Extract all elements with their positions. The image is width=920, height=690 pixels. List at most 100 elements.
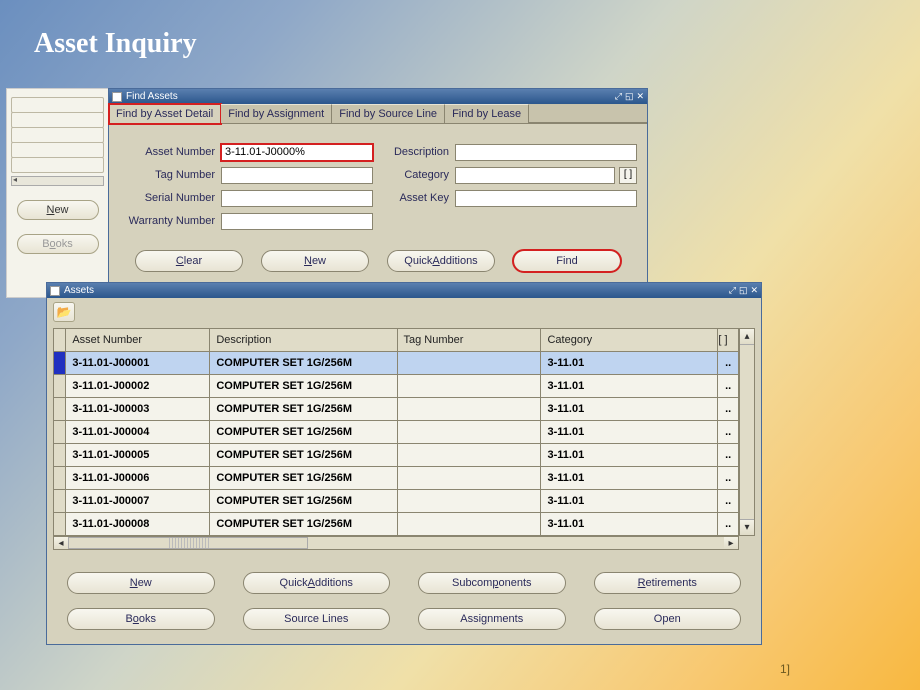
scroll-down-icon[interactable]: ▾ [740, 519, 754, 535]
folder-icon[interactable]: 📂 [53, 302, 75, 322]
cell-asset-number[interactable]: 3-11.01-J00005 [66, 444, 209, 466]
new-button[interactable]: New [17, 200, 99, 220]
cell-asset-number[interactable]: 3-11.01-J00004 [66, 421, 209, 443]
flex-button[interactable]: .. [718, 421, 738, 443]
flex-button[interactable]: .. [718, 352, 738, 374]
cell-tag[interactable] [398, 352, 541, 374]
table-row[interactable]: 3-11.01-J00006COMPUTER SET 1G/256M 3-11.0… [54, 467, 739, 490]
col-asset-number[interactable]: Asset Number [66, 329, 210, 352]
tab-find-by-asset-detail[interactable]: Find by Asset Detail [109, 104, 221, 124]
cell-asset-number[interactable]: 3-11.01-J00001 [66, 352, 209, 374]
asset-key-input[interactable] [455, 190, 637, 207]
bg-scrollbar[interactable] [11, 176, 104, 186]
col-category[interactable]: Category [541, 329, 718, 352]
tag-number-input[interactable] [221, 167, 373, 184]
background-panel: New Books [6, 88, 109, 298]
flex-button[interactable]: .. [718, 467, 738, 489]
asset-number-input[interactable] [221, 144, 373, 161]
cell-category[interactable]: 3-11.01 [541, 375, 717, 397]
table-row[interactable]: 3-11.01-J00001COMPUTER SET 1G/256M 3-11.0… [54, 352, 739, 375]
cell-description[interactable]: COMPUTER SET 1G/256M [210, 513, 396, 535]
table-row[interactable]: 3-11.01-J00007COMPUTER SET 1G/256M 3-11.0… [54, 490, 739, 513]
retirements-button[interactable]: Retirements [594, 572, 742, 594]
books-button[interactable]: Books [67, 608, 215, 630]
quickadditions-button[interactable]: QuickAdditions [387, 250, 495, 272]
cell-category[interactable]: 3-11.01 [541, 444, 717, 466]
table-row[interactable]: 3-11.01-J00003COMPUTER SET 1G/256M 3-11.0… [54, 398, 739, 421]
open-button[interactable]: Open [594, 608, 742, 630]
warranty-number-input[interactable] [221, 213, 373, 230]
find-button[interactable]: Find [513, 250, 621, 272]
horizontal-scrollbar[interactable]: ◂ ▸ [53, 536, 739, 550]
clear-button[interactable]: Clear [135, 250, 243, 272]
cell-tag[interactable] [398, 490, 541, 512]
new-button[interactable]: New [67, 572, 215, 594]
cell-asset-number[interactable]: 3-11.01-J00007 [66, 490, 209, 512]
cell-description[interactable]: COMPUTER SET 1G/256M [210, 421, 396, 443]
scroll-right-icon[interactable]: ▸ [724, 537, 738, 549]
find-window-titlebar[interactable]: Find Assets ⤢ ◱ ✕ [109, 89, 647, 104]
tab-find-by-source-line[interactable]: Find by Source Line [332, 104, 445, 123]
subcomponents-button[interactable]: Subcomponents [418, 572, 566, 594]
cell-tag[interactable] [398, 467, 541, 489]
flex-button[interactable]: .. [718, 513, 738, 535]
quickadditions-button[interactable]: QuickAdditions [243, 572, 391, 594]
category-label: Category [383, 169, 455, 181]
category-input[interactable] [455, 167, 615, 184]
flex-button[interactable]: .. [718, 375, 738, 397]
tab-find-by-lease[interactable]: Find by Lease [445, 104, 529, 123]
assets-grid[interactable]: Asset Number Description Tag Number Cate… [53, 328, 739, 536]
description-input[interactable] [455, 144, 637, 161]
cell-tag[interactable] [398, 513, 541, 535]
cell-asset-number[interactable]: 3-11.01-J00003 [66, 398, 209, 420]
window-icon [50, 286, 60, 296]
source-lines-button[interactable]: Source Lines [243, 608, 391, 630]
maximize-icon[interactable]: ◱ [625, 91, 634, 102]
cell-description[interactable]: COMPUTER SET 1G/256M [210, 490, 396, 512]
cell-asset-number[interactable]: 3-11.01-J00006 [66, 467, 209, 489]
cell-description[interactable]: COMPUTER SET 1G/256M [210, 467, 396, 489]
minimize-icon[interactable]: ⤢ [729, 285, 736, 296]
col-flex[interactable]: [ ] [718, 329, 739, 352]
category-lov-button[interactable]: [ ] [619, 167, 637, 184]
cell-category[interactable]: 3-11.01 [541, 352, 717, 374]
col-tag-number[interactable]: Tag Number [397, 329, 541, 352]
cell-description[interactable]: COMPUTER SET 1G/256M [210, 352, 396, 374]
scroll-thumb[interactable] [68, 537, 308, 549]
tab-find-by-assignment[interactable]: Find by Assignment [221, 104, 332, 123]
vertical-scrollbar[interactable]: ▴ ▾ [739, 328, 755, 536]
cell-category[interactable]: 3-11.01 [541, 490, 717, 512]
flex-button[interactable]: .. [718, 398, 738, 420]
cell-description[interactable]: COMPUTER SET 1G/256M [210, 375, 396, 397]
table-row[interactable]: 3-11.01-J00008COMPUTER SET 1G/256M 3-11.0… [54, 513, 739, 536]
cell-category[interactable]: 3-11.01 [541, 513, 717, 535]
description-label: Description [383, 146, 455, 158]
close-icon[interactable]: ✕ [750, 285, 758, 296]
scroll-up-icon[interactable]: ▴ [740, 329, 754, 345]
table-row[interactable]: 3-11.01-J00005COMPUTER SET 1G/256M 3-11.0… [54, 444, 739, 467]
cell-category[interactable]: 3-11.01 [541, 467, 717, 489]
cell-description[interactable]: COMPUTER SET 1G/256M [210, 444, 396, 466]
cell-asset-number[interactable]: 3-11.01-J00002 [66, 375, 209, 397]
assets-window-titlebar[interactable]: Assets ⤢ ◱ ✕ [47, 283, 761, 298]
minimize-icon[interactable]: ⤢ [615, 91, 622, 102]
cell-tag[interactable] [398, 421, 541, 443]
assignments-button[interactable]: Assignments [418, 608, 566, 630]
cell-tag[interactable] [398, 444, 541, 466]
cell-asset-number[interactable]: 3-11.01-J00008 [66, 513, 209, 535]
flex-button[interactable]: .. [718, 444, 738, 466]
col-description[interactable]: Description [210, 329, 397, 352]
serial-number-input[interactable] [221, 190, 373, 207]
close-icon[interactable]: ✕ [636, 91, 644, 102]
cell-tag[interactable] [398, 398, 541, 420]
cell-tag[interactable] [398, 375, 541, 397]
cell-description[interactable]: COMPUTER SET 1G/256M [210, 398, 396, 420]
new-button[interactable]: New [261, 250, 369, 272]
table-row[interactable]: 3-11.01-J00002COMPUTER SET 1G/256M 3-11.0… [54, 375, 739, 398]
maximize-icon[interactable]: ◱ [739, 285, 748, 296]
flex-button[interactable]: .. [718, 490, 738, 512]
table-row[interactable]: 3-11.01-J00004COMPUTER SET 1G/256M 3-11.0… [54, 421, 739, 444]
cell-category[interactable]: 3-11.01 [541, 398, 717, 420]
cell-category[interactable]: 3-11.01 [541, 421, 717, 443]
scroll-left-icon[interactable]: ◂ [54, 537, 68, 549]
